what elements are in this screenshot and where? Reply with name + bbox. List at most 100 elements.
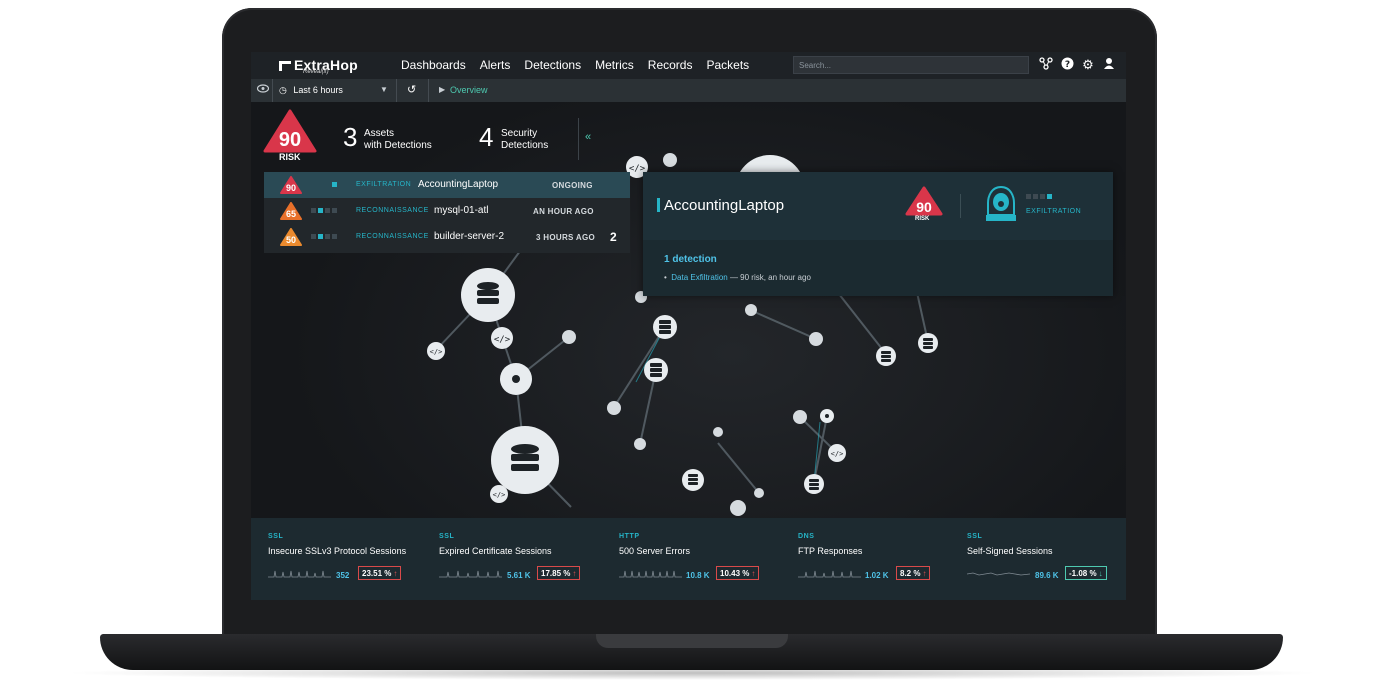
metric-card[interactable]: DNS FTP Responses 1.02 K 8.2 % ↑ [798, 518, 968, 600]
svg-text:</>: </> [493, 491, 506, 499]
risk-triangle-icon: 65 [280, 202, 302, 220]
svg-text:50: 50 [286, 235, 296, 245]
card-asset-name: AccountingLaptop [664, 197, 785, 214]
nav-metrics[interactable]: Metrics [595, 58, 634, 72]
sparkline [798, 570, 861, 578]
caret-right-icon: ▶ [439, 85, 446, 94]
detection-time: AN HOUR AGO [533, 207, 594, 216]
divider [428, 79, 429, 102]
svg-text:65: 65 [286, 209, 296, 219]
app-screen: </> </> </> </> </> ExtraHop Reveal(x) D… [251, 52, 1126, 600]
risk-triangle-icon: 90 [280, 176, 302, 194]
detection-asset[interactable]: AccountingLaptop [418, 179, 498, 190]
sparkline [619, 570, 682, 578]
sparkline [967, 572, 1031, 576]
metric-name: FTP Responses [798, 546, 863, 556]
metric-category: SSL [967, 533, 983, 540]
arrow-down-icon: ↓ [1098, 569, 1103, 578]
card-category: EXFILTRATION [1026, 208, 1082, 215]
nav-detections[interactable]: Detections [524, 58, 581, 72]
metric-change: 23.51 % ↑ [358, 566, 402, 580]
double-chevron-left-icon[interactable]: « [585, 131, 591, 143]
topology-icon[interactable] [1039, 57, 1053, 73]
top-nav: ExtraHop Reveal(x) Dashboards Alerts Det… [251, 52, 1126, 79]
risk-triangle-icon: 50 [280, 228, 302, 246]
time-range-selector[interactable]: ◷ Last 6 hours [279, 85, 343, 96]
metric-card[interactable]: SSL Insecure SSLv3 Protocol Sessions 352… [268, 518, 438, 600]
assets-count: 3 [343, 122, 358, 152]
card-accent [657, 198, 660, 212]
nav-packets[interactable]: Packets [706, 58, 749, 72]
metric-value: 89.6 K [1035, 571, 1059, 580]
metric-card[interactable]: SSL Self-Signed Sessions 89.6 K -1.08 % ↓ [967, 518, 1126, 600]
search-input[interactable]: Search... [793, 56, 1029, 74]
detection-link[interactable]: Data Exfiltration [671, 273, 727, 282]
nav-records[interactable]: Records [648, 58, 693, 72]
assets-label: Assets with Detections [364, 128, 432, 151]
metric-value: 10.8 K [686, 571, 710, 580]
severity-bars [311, 208, 337, 213]
user-icon[interactable] [1102, 57, 1116, 73]
detection-asset[interactable]: builder-server-2 [434, 231, 504, 242]
metric-category: SSL [268, 533, 284, 540]
metric-name: 500 Server Errors [619, 546, 691, 556]
detection-row[interactable]: 65 RECONNAISSANCE mysql-01-atl AN HOUR A… [264, 198, 630, 224]
detection-category: EXFILTRATION [356, 181, 412, 188]
svg-text:</>: </> [831, 450, 844, 458]
nav-dashboards[interactable]: Dashboards [401, 58, 466, 72]
divider [272, 79, 273, 102]
detection-count-link[interactable]: 1 detection [664, 254, 717, 265]
metric-card[interactable]: SSL Expired Certificate Sessions 5.61 K … [439, 518, 609, 600]
detection-category: RECONNAISSANCE [356, 233, 429, 240]
severity-bars [311, 234, 337, 239]
card-risk-label: RISK [915, 216, 930, 222]
sparkline [268, 570, 331, 578]
top-icons: ? ⚙ [1039, 57, 1116, 73]
metric-value: 1.02 K [865, 571, 889, 580]
detection-row[interactable]: 90 EXFILTRATION AccountingLaptop ONGOING [264, 172, 630, 198]
detection-asset[interactable]: mysql-01-atl [434, 205, 488, 216]
metric-card[interactable]: HTTP 500 Server Errors 10.8 K 10.43 % ↑ [619, 518, 789, 600]
detection-time: ONGOING [552, 181, 593, 190]
sub-toolbar: ◷ Last 6 hours ▼ ↺ ▶ Overview [251, 79, 1126, 102]
metric-change: 17.85 % ↑ [537, 566, 581, 580]
metric-change: -1.08 % ↓ [1065, 566, 1107, 580]
eye-icon[interactable] [256, 84, 270, 96]
severity-bars [311, 182, 337, 187]
svg-text:</>: </> [430, 348, 443, 356]
detection-count: 2 [610, 230, 617, 244]
main-menu: Dashboards Alerts Detections Metrics Rec… [401, 58, 749, 72]
clock-icon: ◷ [279, 85, 290, 95]
gear-icon[interactable]: ⚙ [1081, 57, 1095, 73]
severity-bars [1026, 194, 1052, 199]
risk-triangle-icon: 90 [263, 109, 317, 153]
metrics-strip: SSL Insecure SSLv3 Protocol Sessions 352… [251, 518, 1126, 600]
arrow-up-icon: ↑ [572, 569, 577, 578]
asset-detail-card: AccountingLaptop 90 RISK EXFILTRATION 1 … [643, 172, 1113, 296]
help-icon[interactable]: ? [1060, 57, 1074, 73]
metric-name: Expired Certificate Sessions [439, 546, 552, 556]
divider [960, 194, 961, 218]
detection-category: RECONNAISSANCE [356, 207, 429, 214]
risk-triangle-icon: 90 [905, 186, 943, 216]
divider [578, 118, 579, 160]
arrow-up-icon: ↑ [922, 569, 927, 578]
metric-name: Insecure SSLv3 Protocol Sessions [268, 546, 407, 556]
nav-alerts[interactable]: Alerts [480, 58, 511, 72]
svg-text:90: 90 [286, 183, 296, 193]
metric-change: 10.43 % ↑ [716, 566, 760, 580]
detection-time: 3 HOURS AGO [536, 233, 596, 242]
detection-item: • Data Exfiltration — 90 risk, an hour a… [664, 273, 811, 282]
breadcrumb-overview[interactable]: Overview [450, 85, 488, 95]
metric-value: 5.61 K [507, 571, 531, 580]
logo-subtitle: Reveal(x) [303, 69, 329, 75]
caret-down-icon[interactable]: ▼ [380, 85, 388, 94]
detection-row[interactable]: 50 RECONNAISSANCE builder-server-2 3 HOU… [264, 224, 630, 250]
metric-name: Self-Signed Sessions [967, 546, 1053, 556]
refresh-icon[interactable]: ↺ [407, 83, 416, 96]
svg-text:</>: </> [494, 335, 511, 345]
metric-category: DNS [798, 533, 815, 540]
sparkline [439, 570, 502, 578]
metric-category: HTTP [619, 533, 640, 540]
security-label: Security Detections [501, 128, 549, 151]
